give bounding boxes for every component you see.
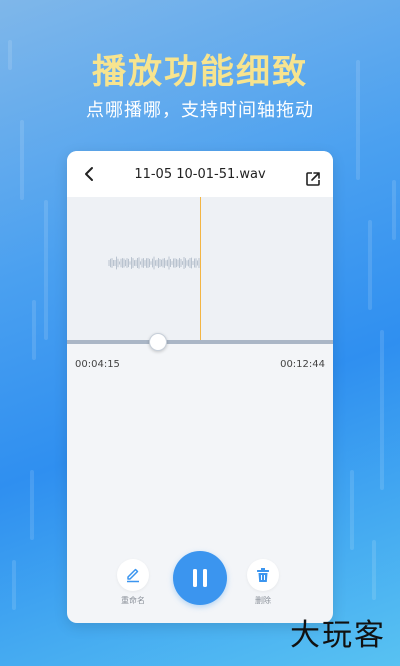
total-time: 00:12:44	[280, 359, 325, 370]
background-bar	[20, 120, 24, 200]
timeline-slider[interactable]	[67, 333, 333, 351]
delete-label: 删除	[255, 596, 271, 605]
delete-button[interactable]: 删除	[247, 559, 279, 606]
player-header: 11-05 10-01-51.wav	[67, 151, 333, 197]
timeline-thumb[interactable]	[149, 333, 168, 351]
pencil-icon	[127, 568, 139, 583]
background-bar	[44, 200, 48, 340]
promo-headline: 播放功能细致	[92, 52, 308, 92]
watermark-logo: 大玩客	[290, 618, 386, 653]
background-bar	[12, 560, 16, 610]
background-bar	[32, 300, 36, 360]
promo-subline: 点哪播哪，支持时间轴拖动	[86, 100, 314, 121]
background-bar	[372, 540, 376, 600]
pause-icon	[193, 569, 207, 587]
rename-label: 重命名	[121, 596, 145, 605]
timeline-progress	[67, 340, 158, 344]
rename-button[interactable]: 重命名	[117, 559, 149, 606]
back-arrow-icon[interactable]	[81, 165, 97, 183]
background-bar	[368, 220, 372, 310]
trash-icon	[257, 568, 269, 582]
playhead-line	[200, 197, 201, 342]
share-icon[interactable]	[305, 171, 321, 187]
waveform-area[interactable]	[67, 197, 333, 342]
file-name: 11-05 10-01-51.wav	[134, 166, 266, 182]
current-time: 00:04:15	[75, 359, 120, 370]
background-bar	[392, 180, 396, 240]
background-bar	[380, 330, 384, 490]
player-screen: 11-05 10-01-51.wav 00:04:15 00:12:44 重命名	[67, 151, 333, 623]
background-bar	[350, 470, 354, 550]
pause-button[interactable]	[173, 551, 227, 605]
background-bar	[30, 470, 34, 540]
